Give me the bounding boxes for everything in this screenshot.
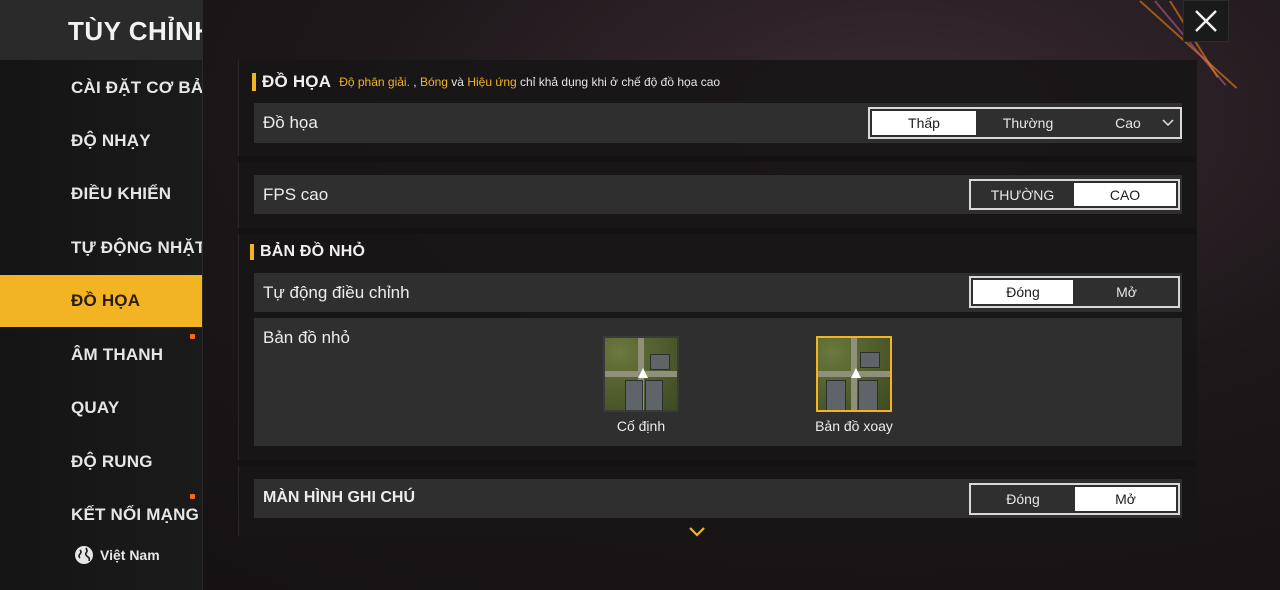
note-separator: và <box>447 75 468 89</box>
note-screen-selector[interactable]: Đóng Mở <box>969 483 1180 515</box>
minimap-rotate-thumbnail <box>816 336 892 412</box>
fps-option-high[interactable]: CAO <box>1074 183 1176 206</box>
section-divider <box>238 156 1196 162</box>
fps-option-normal[interactable]: THƯỜNG <box>971 181 1074 208</box>
sidebar-item-graphics[interactable]: ĐỒ HỌA <box>0 275 202 327</box>
language-selector[interactable]: Việt Nam <box>74 545 160 565</box>
quality-option-normal[interactable]: Thường <box>978 109 1078 137</box>
fps-selector[interactable]: THƯỜNG CAO <box>969 179 1180 210</box>
note-screen-option-off[interactable]: Đóng <box>971 485 1075 513</box>
map-building <box>650 354 670 370</box>
notification-dot <box>190 494 195 499</box>
auto-adjust-row: Tự động điều chỉnh Đóng Mở <box>254 273 1182 312</box>
auto-adjust-option-off[interactable]: Đóng <box>973 280 1074 304</box>
section-accent-bar <box>250 244 254 260</box>
graphics-quality-selector[interactable]: Thấp Thường Cao <box>868 107 1182 139</box>
note-shadow: Bóng <box>419 75 448 89</box>
sidebar-title-box: TÙY CHỈNH <box>0 0 202 60</box>
note-rest: chỉ khả dụng khi ở chế độ đồ họa cao <box>516 75 721 89</box>
globe-icon <box>75 546 93 564</box>
sidebar-item-vibration[interactable]: ĐỘ RUNG <box>0 436 202 488</box>
player-arrow-icon <box>638 368 648 378</box>
chevron-down-icon <box>1162 119 1174 127</box>
graphics-quality-row: Đồ họa Thấp Thường Cao <box>254 103 1182 143</box>
graphics-section-header: ĐỒ HỌA Độ phân giải. , Bóng và Hiệu ứng … <box>252 72 720 92</box>
sidebar-item-recording[interactable]: QUAY <box>0 382 202 434</box>
note-screen-label: MÀN HÌNH GHI CHÚ <box>263 489 415 506</box>
page-title: TÙY CHỈNH <box>68 16 203 46</box>
minimap-fixed-label: Cố định <box>616 418 666 434</box>
graphics-note: Độ phân giải. , Bóng và Hiệu ứng chỉ khả… <box>339 75 720 89</box>
minimap-mode-label: Bản đồ nhỏ <box>263 328 350 347</box>
auto-adjust-option-on[interactable]: Mở <box>1075 278 1178 306</box>
map-building <box>625 380 643 410</box>
note-effects: Hiệu ứng <box>467 75 517 89</box>
section-accent-bar <box>252 73 256 91</box>
auto-adjust-selector[interactable]: Đóng Mở <box>969 276 1180 308</box>
minimap-fixed-thumbnail <box>603 336 679 412</box>
note-separator: , <box>409 75 420 89</box>
section-divider <box>238 460 1196 466</box>
minimap-rotate-label: Bản đồ xoay <box>815 418 893 434</box>
player-arrow-icon <box>851 368 861 378</box>
minimap-section-title: BẢN ĐỒ NHỎ <box>260 243 366 260</box>
map-building <box>645 380 663 410</box>
sidebar-item-controls[interactable]: ĐIỀU KHIỂN <box>0 168 202 220</box>
scroll-down-chevron-icon[interactable] <box>688 526 706 538</box>
quality-option-low[interactable]: Thấp <box>872 111 976 135</box>
minimap-option-fixed[interactable]: Cố định <box>601 336 681 434</box>
sidebar-item-basic-settings[interactable]: CÀI ĐẶT CƠ BẢN <box>0 62 202 114</box>
fps-label: FPS cao <box>263 185 329 204</box>
close-button[interactable] <box>1183 0 1229 42</box>
section-divider <box>238 228 1196 234</box>
minimap-mode-row: Bản đồ nhỏ Cố định Bản đồ xoay <box>254 318 1182 446</box>
note-screen-option-on[interactable]: Mở <box>1075 487 1176 511</box>
minimap-section-header: BẢN ĐỒ NHỎ <box>250 243 365 261</box>
sidebar-item-auto-pickup[interactable]: TỰ ĐỘNG NHẶT <box>0 222 202 274</box>
quality-option-high-label: Cao <box>1115 115 1141 131</box>
sidebar-item-sensitivity[interactable]: ĐỘ NHẠY <box>0 115 202 167</box>
notification-dot <box>190 334 195 339</box>
language-label: Việt Nam <box>100 547 160 563</box>
sidebar: TÙY CHỈNH CÀI ĐẶT CƠ BẢN ĐỘ NHẠY ĐIỀU KH… <box>0 0 203 590</box>
fps-row: FPS cao THƯỜNG CAO <box>254 175 1182 214</box>
sidebar-item-sound[interactable]: ÂM THANH <box>0 329 202 381</box>
note-resolution: Độ phân giải. <box>339 75 410 89</box>
close-icon <box>1195 10 1217 32</box>
quality-option-high[interactable]: Cao <box>1078 109 1178 137</box>
note-screen-row: MÀN HÌNH GHI CHÚ Đóng Mở <box>254 479 1182 518</box>
graphics-section-title: ĐỒ HỌA <box>262 72 332 91</box>
auto-adjust-label: Tự động điều chỉnh <box>263 283 410 302</box>
map-building <box>860 352 880 368</box>
map-building <box>826 380 846 410</box>
graphics-quality-label: Đồ họa <box>263 113 318 132</box>
sidebar-item-network[interactable]: KẾT NỐI MẠNG <box>0 489 202 529</box>
map-building <box>858 380 878 410</box>
minimap-option-rotate[interactable]: Bản đồ xoay <box>814 336 894 434</box>
